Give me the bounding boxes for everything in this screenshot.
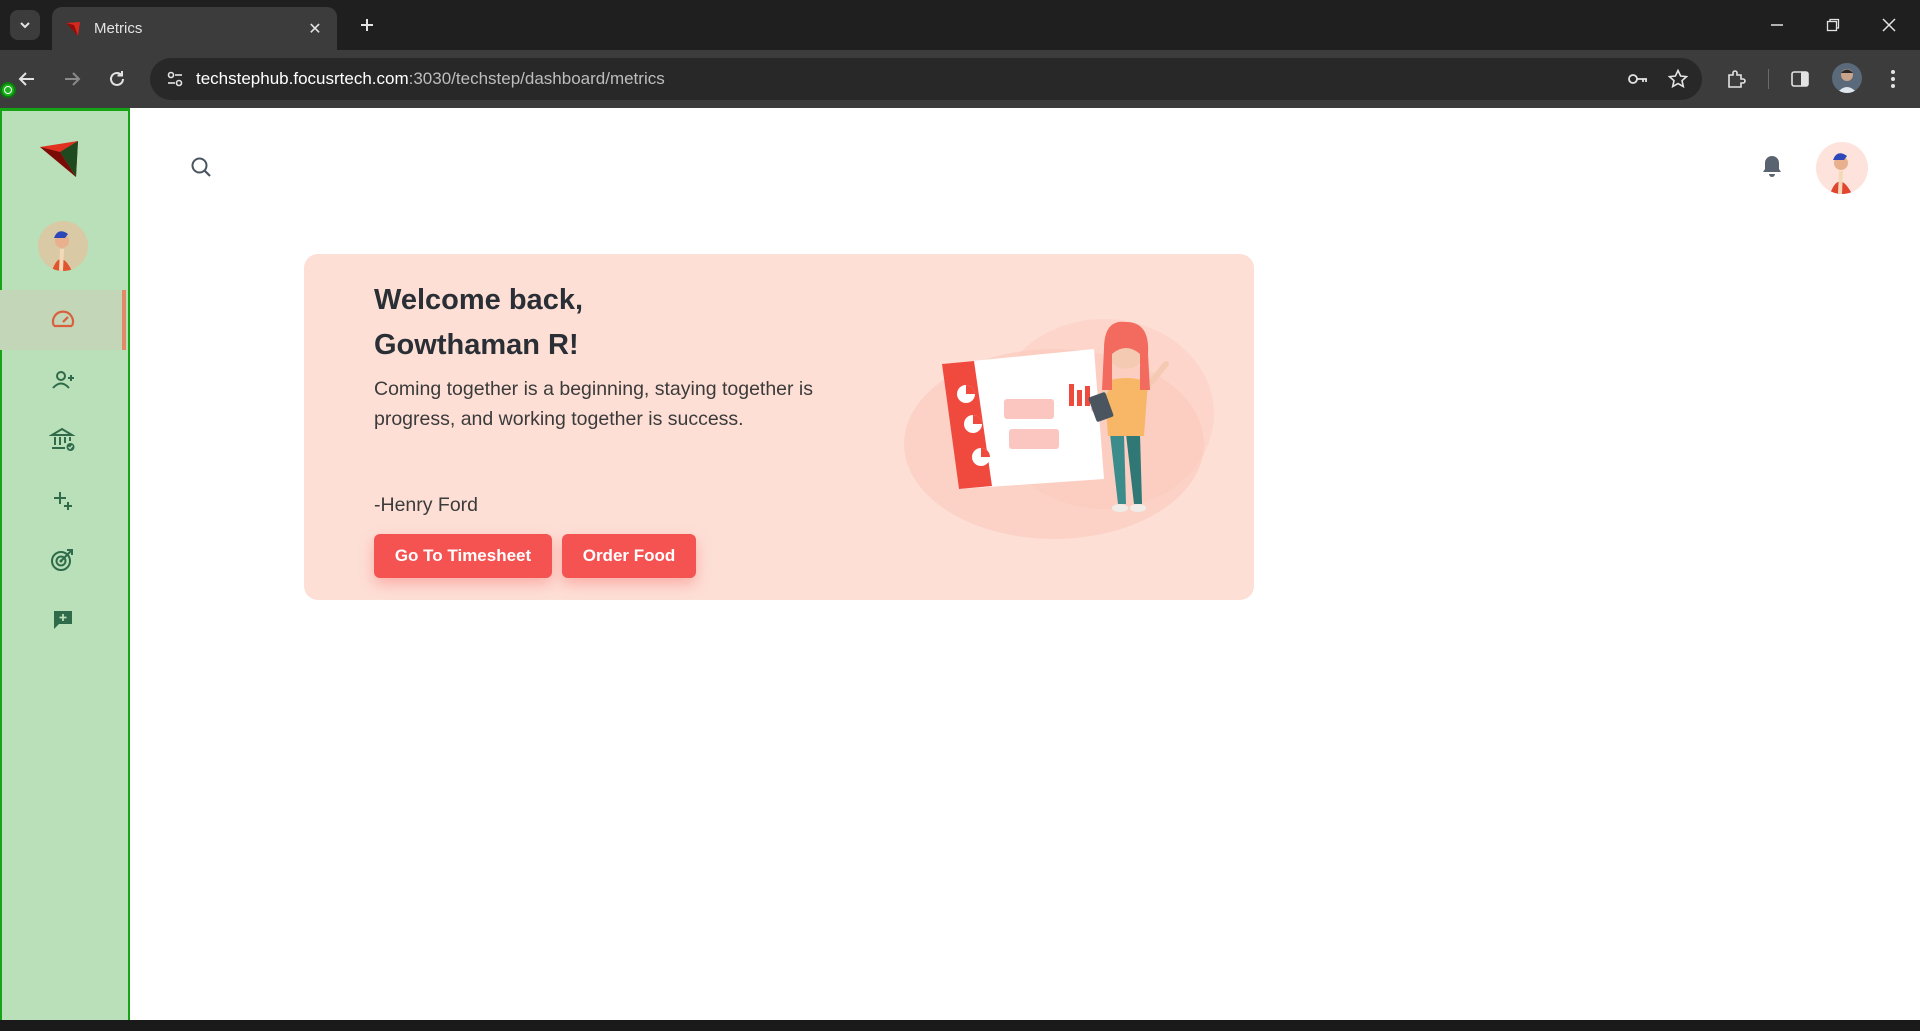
go-to-timesheet-button[interactable]: Go To Timesheet (374, 534, 552, 578)
speedometer-icon (51, 310, 75, 328)
taskbar-strip (0, 1020, 1920, 1031)
url-path: :3030/techstep/dashboard/metrics (408, 69, 665, 88)
tab-search-button[interactable] (10, 10, 40, 40)
tab-title: Metrics (94, 20, 143, 37)
back-button[interactable] (12, 64, 42, 94)
feedback-icon (54, 611, 72, 629)
minimize-button[interactable] (1754, 8, 1800, 42)
target-icon (51, 549, 73, 571)
sidebar-item-bank[interactable] (0, 410, 126, 470)
extensions-icon (1728, 70, 1746, 88)
user-name: Gowthaman R! (374, 329, 579, 361)
restore-icon (1826, 18, 1840, 32)
restore-button[interactable] (1810, 8, 1856, 42)
address-bar[interactable]: techstephub.focusrtech.com:3030/techstep… (150, 58, 1702, 100)
sidebar-item-dashboard[interactable] (0, 290, 126, 350)
key-icon[interactable] (1622, 63, 1654, 95)
browser-toolbar: techstephub.focusrtech.com:3030/techstep… (0, 50, 1920, 108)
sidebar-user-avatar[interactable] (38, 221, 88, 271)
side-panel-button[interactable] (1785, 64, 1815, 94)
site-favicon-icon (66, 21, 80, 36)
browser-tab-bar: Metrics ✕ (0, 0, 1920, 50)
chevron-down-icon (20, 22, 30, 29)
browser-menu-button[interactable] (1878, 64, 1908, 94)
header-user-avatar[interactable] (1816, 142, 1868, 194)
back-icon (18, 72, 34, 86)
welcome-illustration (904, 319, 1214, 539)
welcome-card: Welcome back, Gowthaman R! Coming togeth… (304, 254, 1254, 600)
sparkle-icon (54, 492, 72, 510)
url-text: techstephub.focusrtech.com:3030/techstep… (196, 69, 1622, 89)
order-food-button[interactable]: Order Food (562, 534, 696, 578)
reload-button[interactable] (102, 64, 132, 94)
plus-icon (361, 19, 373, 31)
extensions-button[interactable] (1721, 64, 1751, 94)
sidebar-item-target[interactable] (0, 530, 126, 590)
status-indicator-icon (0, 82, 16, 98)
search-button[interactable] (188, 154, 214, 180)
close-window-button[interactable] (1866, 8, 1912, 42)
quote-author: -Henry Ford (374, 494, 479, 516)
toolbar-divider (1768, 69, 1769, 89)
browser-profile-avatar[interactable] (1832, 63, 1862, 93)
side-panel-icon (1791, 71, 1809, 87)
bell-icon (1763, 156, 1781, 177)
notifications-button[interactable] (1759, 153, 1785, 179)
url-host: techstephub.focusrtech.com (196, 69, 409, 88)
sidebar-item-sparkle[interactable] (0, 470, 126, 530)
new-tab-button[interactable] (352, 10, 382, 40)
browser-tab[interactable]: Metrics ✕ (52, 7, 337, 50)
forward-button[interactable] (57, 64, 87, 94)
minimize-icon (1771, 24, 1783, 26)
welcome-line: Welcome back, (374, 284, 584, 316)
star-icon[interactable] (1662, 63, 1694, 95)
forward-icon (65, 72, 81, 86)
add-user-icon (52, 371, 74, 389)
site-settings-icon[interactable] (164, 68, 186, 90)
app-logo[interactable] (38, 139, 82, 179)
reload-icon (110, 71, 124, 86)
search-icon (191, 157, 211, 177)
quote-text: Coming together is a beginning, staying … (374, 378, 814, 430)
sidebar-item-add-user[interactable] (0, 350, 126, 410)
sidebar-item-feedback[interactable] (0, 590, 126, 650)
more-icon (1891, 70, 1895, 88)
welcome-heading: Welcome back, Gowthaman R! (374, 278, 583, 368)
close-icon[interactable]: ✕ (305, 19, 325, 38)
close-window-icon (1882, 18, 1896, 32)
bank-icon (49, 427, 76, 451)
